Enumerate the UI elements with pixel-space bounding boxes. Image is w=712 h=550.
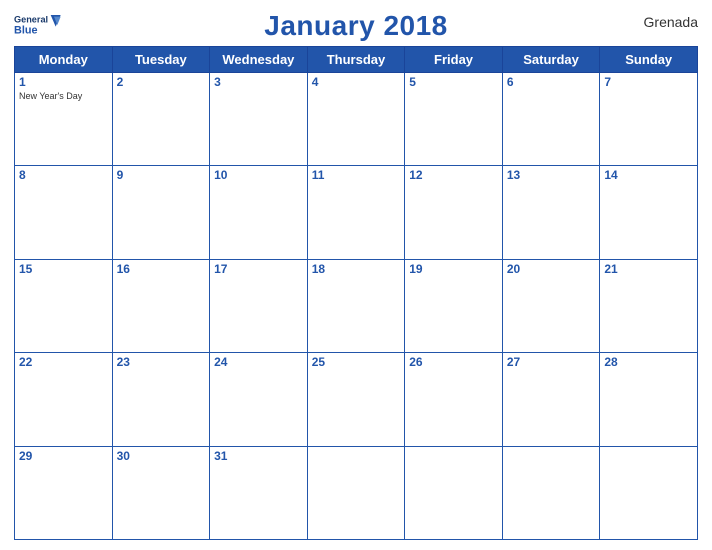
day-number: 23 [117, 355, 206, 369]
calendar-week-row: 15 16 17 18 19 20 21 [15, 259, 698, 352]
calendar-day-cell: 22 [15, 353, 113, 446]
header-thursday: Thursday [307, 47, 405, 73]
day-number: 4 [312, 75, 401, 89]
day-number: 14 [604, 168, 693, 182]
day-number: 2 [117, 75, 206, 89]
calendar-day-cell: 15 [15, 259, 113, 352]
day-number: 3 [214, 75, 303, 89]
calendar-day-cell: 31 [210, 446, 308, 539]
day-number: 27 [507, 355, 596, 369]
day-number: 28 [604, 355, 693, 369]
header-saturday: Saturday [502, 47, 600, 73]
day-number: 31 [214, 449, 303, 463]
day-number: 13 [507, 168, 596, 182]
day-number: 17 [214, 262, 303, 276]
calendar-day-cell [502, 446, 600, 539]
calendar-day-cell: 2 [112, 73, 210, 166]
calendar-day-cell: 29 [15, 446, 113, 539]
calendar-day-cell: 8 [15, 166, 113, 259]
calendar-day-cell: 10 [210, 166, 308, 259]
holiday-label: New Year's Day [19, 91, 108, 101]
day-number: 15 [19, 262, 108, 276]
day-number: 21 [604, 262, 693, 276]
header-tuesday: Tuesday [112, 47, 210, 73]
calendar-day-cell: 6 [502, 73, 600, 166]
day-number: 29 [19, 449, 108, 463]
day-number: 20 [507, 262, 596, 276]
calendar-day-cell: 12 [405, 166, 503, 259]
country-label: Grenada [608, 10, 698, 30]
day-number: 10 [214, 168, 303, 182]
header-sunday: Sunday [600, 47, 698, 73]
day-number: 18 [312, 262, 401, 276]
calendar-day-cell [307, 446, 405, 539]
calendar-day-cell: 21 [600, 259, 698, 352]
day-number: 30 [117, 449, 206, 463]
header-monday: Monday [15, 47, 113, 73]
calendar-day-cell: 13 [502, 166, 600, 259]
calendar-day-cell: 18 [307, 259, 405, 352]
logo-svg: General Blue [14, 10, 64, 40]
calendar-day-cell: 1 New Year's Day [15, 73, 113, 166]
day-number: 24 [214, 355, 303, 369]
calendar-day-cell [600, 446, 698, 539]
calendar-page: General Blue January 2018 Grenada Monday… [0, 0, 712, 550]
day-number: 16 [117, 262, 206, 276]
weekday-header-row: Monday Tuesday Wednesday Thursday Friday… [15, 47, 698, 73]
logo: General Blue [14, 10, 104, 40]
calendar-week-row: 89 10 11 12 13 14 [15, 166, 698, 259]
day-number: 9 [117, 168, 206, 182]
day-number: 26 [409, 355, 498, 369]
day-number: 7 [604, 75, 693, 89]
day-number: 25 [312, 355, 401, 369]
header-wednesday: Wednesday [210, 47, 308, 73]
calendar-day-cell: 20 [502, 259, 600, 352]
calendar-day-cell: 19 [405, 259, 503, 352]
calendar-day-cell: 26 [405, 353, 503, 446]
calendar-title: January 2018 [264, 10, 447, 41]
calendar-day-cell: 30 [112, 446, 210, 539]
calendar-week-row: 1 New Year's Day 234567 [15, 73, 698, 166]
calendar-day-cell: 17 [210, 259, 308, 352]
day-number: 1 [19, 75, 108, 89]
header-friday: Friday [405, 47, 503, 73]
svg-text:General: General [14, 15, 48, 25]
calendar-day-cell: 11 [307, 166, 405, 259]
calendar-table: Monday Tuesday Wednesday Thursday Friday… [14, 46, 698, 540]
calendar-day-cell: 23 [112, 353, 210, 446]
calendar-day-cell: 25 [307, 353, 405, 446]
header: General Blue January 2018 Grenada [14, 10, 698, 42]
title-block: January 2018 [104, 10, 608, 42]
svg-text:Blue: Blue [14, 24, 37, 36]
calendar-day-cell: 14 [600, 166, 698, 259]
day-number: 6 [507, 75, 596, 89]
day-number: 11 [312, 168, 401, 182]
calendar-day-cell: 16 [112, 259, 210, 352]
calendar-day-cell: 9 [112, 166, 210, 259]
day-number: 5 [409, 75, 498, 89]
calendar-week-row: 22 23 24 25 26 27 28 [15, 353, 698, 446]
calendar-day-cell: 5 [405, 73, 503, 166]
calendar-day-cell: 4 [307, 73, 405, 166]
day-number: 12 [409, 168, 498, 182]
day-number: 8 [19, 168, 108, 182]
calendar-day-cell [405, 446, 503, 539]
calendar-day-cell: 28 [600, 353, 698, 446]
calendar-week-row: 29 30 31 [15, 446, 698, 539]
day-number: 19 [409, 262, 498, 276]
calendar-day-cell: 24 [210, 353, 308, 446]
day-number: 22 [19, 355, 108, 369]
calendar-day-cell: 3 [210, 73, 308, 166]
calendar-day-cell: 27 [502, 353, 600, 446]
calendar-day-cell: 7 [600, 73, 698, 166]
